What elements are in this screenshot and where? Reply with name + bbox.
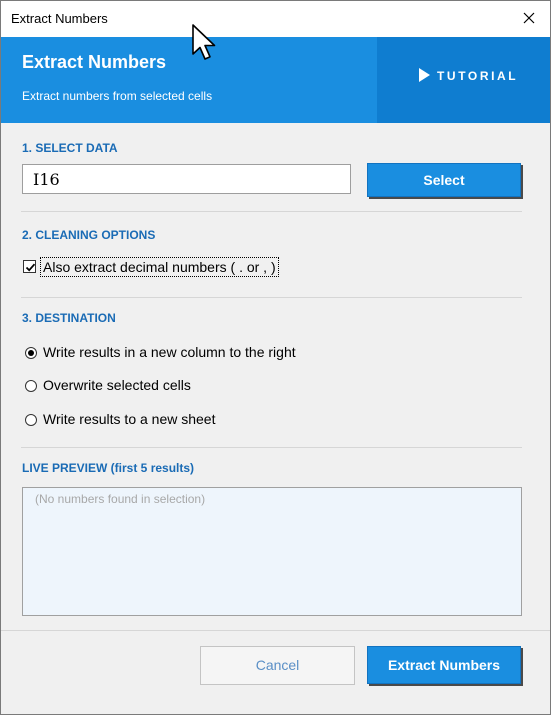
preview-placeholder: (No numbers found in selection) <box>35 492 206 506</box>
range-field[interactable] <box>22 164 351 194</box>
banner-title: Extract Numbers <box>22 52 167 72</box>
radio-label: Write results to a new sheet <box>43 411 216 427</box>
select-data-heading: 1. SELECT DATA <box>22 141 118 155</box>
decimal-checkbox[interactable] <box>23 260 36 273</box>
divider <box>21 211 522 212</box>
select-button[interactable]: Select <box>367 163 521 197</box>
play-icon <box>419 68 430 82</box>
live-preview-box[interactable]: (No numbers found in selection) <box>22 487 522 616</box>
checkmark-icon <box>25 263 36 272</box>
range-input[interactable] <box>23 166 343 192</box>
cancel-button[interactable]: Cancel <box>200 646 355 685</box>
divider <box>21 447 522 448</box>
footer-divider <box>1 630 550 631</box>
header-banner: Extract Numbers Extract numbers from sel… <box>1 37 550 123</box>
decimal-checkbox-label: Also extract decimal numbers ( . or , ) <box>40 257 279 277</box>
extract-numbers-dialog: Extract Numbers Extract Numbers Extract … <box>0 0 551 715</box>
title-bar: Extract Numbers <box>1 1 550 37</box>
extract-numbers-button[interactable]: Extract Numbers <box>367 646 521 684</box>
radio-label: Overwrite selected cells <box>43 377 191 393</box>
tutorial-panel[interactable]: TUTORIAL <box>377 37 550 123</box>
close-icon[interactable] <box>520 8 538 28</box>
divider <box>21 297 522 298</box>
banner-subtitle: Extract numbers from selected cells <box>22 89 213 103</box>
radio-label: Write results in a new column to the rig… <box>43 344 296 360</box>
radio-button[interactable] <box>25 414 37 426</box>
cleaning-options-heading: 2. CLEANING OPTIONS <box>22 228 156 242</box>
mouse-pointer-icon <box>191 23 221 66</box>
tutorial-button[interactable]: TUTORIAL <box>419 68 518 83</box>
destination-heading: 3. DESTINATION <box>22 311 116 325</box>
window-title: Extract Numbers <box>11 11 108 26</box>
radio-button[interactable] <box>25 347 37 359</box>
radio-selected-dot <box>28 350 34 356</box>
live-preview-heading: LIVE PREVIEW (first 5 results) <box>22 461 195 475</box>
tutorial-label: TUTORIAL <box>437 69 519 83</box>
radio-button[interactable] <box>25 380 37 392</box>
